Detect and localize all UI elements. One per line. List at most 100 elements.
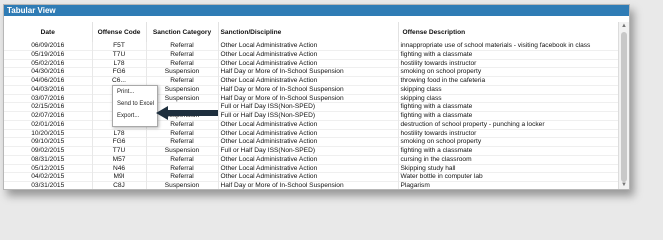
cell-offense-description: hostility towards instructor [398, 59, 618, 68]
cell-sanction-discipline: Other Local Administrative Action [218, 164, 399, 173]
table-header-row: Date Offense Code Sanction Category Sanc… [4, 22, 618, 42]
cell-date: 03/31/2015 [4, 181, 93, 189]
table-row[interactable]: 09/10/2015 FG6 Referral Other Local Adminis… [4, 137, 618, 147]
cell-date: 04/03/2016 [4, 85, 93, 94]
table-row[interactable]: 06/09/2016 F5T Referral Other Local Adminis… [4, 42, 618, 51]
table-row[interactable]: 04/06/2016 C6... Referral Other Local Admin… [4, 76, 618, 86]
cell-date: 04/30/2016 [4, 67, 93, 77]
cell-sanction-discipline: Other Local Administrative Action [218, 42, 399, 51]
cell-offense-description: fighting with a classmate [398, 111, 618, 121]
cell-sanction-discipline: Full or Half Day ISS(Non-SPED) [218, 102, 399, 112]
cell-sanction-category: Referral [146, 155, 219, 164]
table-row[interactable]: 04/02/2015 M9I Referral Other Local Adminis… [4, 172, 618, 182]
cell-offense-description: innappropriate use of school materials -… [398, 42, 618, 51]
chevron-up-icon[interactable]: ▲ [620, 22, 628, 30]
cell-sanction-discipline: Half Day or More of In-School Suspension [218, 94, 399, 103]
cell-offense-description: smoking on school property [398, 137, 618, 147]
cell-date: 10/20/2015 [4, 129, 93, 138]
cell-offense-code: N46 [92, 164, 147, 173]
table-row[interactable]: 05/02/2016 L78 Referral Other Local Adminis… [4, 59, 618, 68]
table-row[interactable]: 03/31/2015 C8J Suspension Half Day or More … [4, 181, 618, 189]
table-row[interactable]: 02/15/2016 Full or Half Day ISS(Non-SPED)… [4, 102, 618, 112]
cell-sanction-discipline: Other Local Administrative Action [218, 120, 399, 129]
cell-sanction-category: Referral [146, 172, 219, 182]
cell-date: 06/09/2016 [4, 42, 93, 51]
chevron-down-icon[interactable]: ▼ [620, 181, 628, 189]
menu-item-export[interactable]: Export... [113, 110, 157, 122]
table-row[interactable]: 05/19/2016 T7U Referral Other Local Adminis… [4, 50, 618, 59]
cell-date: 05/12/2015 [4, 164, 93, 173]
cell-offense-code: C8J [92, 181, 147, 189]
cell-sanction-category: Referral [146, 59, 219, 68]
cell-sanction-category: Referral [146, 50, 219, 59]
table-row[interactable]: 05/12/2015 N46 Referral Other Local Adminis… [4, 164, 618, 173]
table-row[interactable]: 04/03/2016 Suspension Half Day or More of … [4, 85, 618, 94]
cell-offense-description: fighting with a classmate [398, 50, 618, 59]
cell-offense-description: smoking on school property [398, 67, 618, 77]
cell-sanction-category: Referral [146, 42, 219, 51]
cell-sanction-discipline: Half Day or More of In-School Suspension [218, 85, 399, 94]
cell-date: 02/15/2016 [4, 102, 93, 112]
table-row[interactable]: 02/01/2016F...ReferralOther Local Admini… [4, 120, 618, 129]
cell-offense-description: skipping class [398, 85, 618, 94]
cell-date: 02/01/2016 [4, 120, 93, 129]
cell-offense-code: L78 [92, 59, 147, 68]
cell-sanction-discipline: Other Local Administrative Action [218, 76, 399, 86]
cell-sanction-category: Suspension [146, 146, 219, 156]
table-row[interactable]: 09/02/2015 T7U Suspension Full or Half Day … [4, 146, 618, 156]
cell-sanction-discipline: Full or Half Day ISS(Non-SPED) [218, 111, 399, 121]
table-row[interactable]: 10/20/2015 L78 Referral Other Local Adminis… [4, 129, 618, 138]
table-row[interactable]: 04/30/2016 FG6 Suspension Half Day or More … [4, 67, 618, 77]
cell-offense-code: T7U [92, 146, 147, 156]
cell-date: 04/02/2015 [4, 172, 93, 182]
cell-offense-description: destruction of school property - punchin… [398, 120, 618, 129]
context-menu: Print... Send to Excel Export... [112, 85, 158, 127]
scrollbar-thumb[interactable] [621, 32, 627, 182]
cell-sanction-discipline: Other Local Administrative Action [218, 129, 399, 138]
cell-sanction-category: Suspension [146, 67, 219, 77]
cell-offense-description: Water bottle in computer lab [398, 172, 618, 182]
cell-sanction-category: Referral [146, 129, 219, 138]
cell-offense-description: fighting with a classmate [398, 102, 618, 112]
offense-table: Date Offense Code Sanction Category Sanc… [4, 22, 618, 189]
cell-sanction-discipline: Full or Half Day ISS(Non-SPED) [218, 146, 399, 156]
vertical-scrollbar[interactable]: ▲ ▼ [618, 22, 629, 189]
cell-offense-description: cursing in the classroom [398, 155, 618, 164]
arrow-left-icon [156, 106, 218, 120]
column-header-date[interactable]: Date [4, 22, 93, 42]
cell-sanction-discipline: Other Local Administrative Action [218, 59, 399, 68]
cell-offense-code: FG6 [92, 137, 147, 147]
column-header-sanction-category[interactable]: Sanction Category [146, 22, 219, 42]
cell-sanction-category: Referral [146, 137, 219, 147]
offense-grid: Date Offense Code Sanction Category Sanc… [4, 22, 618, 189]
cell-sanction-discipline: Half Day or More of In-School Suspension [218, 67, 399, 77]
cell-date: 09/10/2015 [4, 137, 93, 147]
cell-offense-description: Skipping study hall [398, 164, 618, 173]
cell-offense-code: M9I [92, 172, 147, 182]
menu-item-print[interactable]: Print... [113, 86, 157, 98]
tabular-view-panel: Tabular View Date Offense Code Sanction … [3, 4, 630, 190]
cell-offense-code: FG6 [92, 67, 147, 77]
cell-sanction-discipline: Other Local Administrative Action [218, 137, 399, 147]
table-row[interactable]: 08/31/2015 M57 Referral Other Local Adminis… [4, 155, 618, 164]
cell-date: 09/02/2015 [4, 146, 93, 156]
cell-offense-description: fighting with a classmate [398, 146, 618, 156]
column-header-offense-description[interactable]: Offense Description [398, 22, 618, 42]
cell-date: 03/07/2016 [4, 94, 93, 103]
cell-date: 05/02/2016 [4, 59, 93, 68]
column-header-sanction-discipline[interactable]: Sanction/Discipline [218, 22, 399, 42]
panel-title: Tabular View [4, 5, 629, 16]
table-body: 06/09/2016 F5T Referral Other Local Adminis… [4, 42, 618, 189]
cell-sanction-discipline: Other Local Administrative Action [218, 172, 399, 182]
cell-sanction-category: Referral [146, 76, 219, 86]
cell-sanction-discipline: Other Local Administrative Action [218, 50, 399, 59]
cell-sanction-category: Suspension [146, 181, 219, 189]
cell-offense-code: M57 [92, 155, 147, 164]
table-row[interactable]: 02/07/2016SuspensionFull or Half Day ISS… [4, 111, 618, 121]
column-header-offense-code[interactable]: Offense Code [92, 22, 147, 42]
cell-sanction-discipline: Half Day or More of In-School Suspension [218, 181, 399, 189]
cell-sanction-discipline: Other Local Administrative Action [218, 155, 399, 164]
table-row[interactable]: 03/07/2016 Suspension Half Day or More of … [4, 94, 618, 103]
cell-date: 04/06/2016 [4, 76, 93, 86]
menu-item-send-to-excel[interactable]: Send to Excel [113, 98, 157, 110]
